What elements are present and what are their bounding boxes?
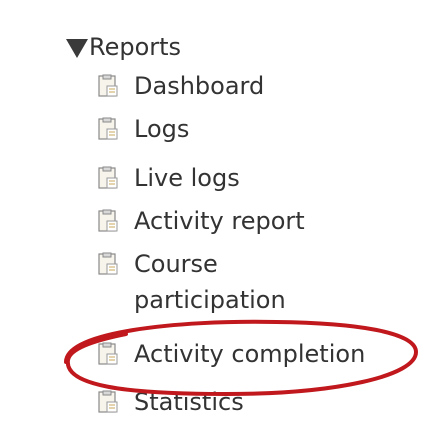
report-document-icon bbox=[98, 166, 118, 189]
report-document-icon bbox=[98, 209, 118, 232]
report-item-logs[interactable]: Logs bbox=[98, 111, 189, 147]
report-item-label-line2: participation bbox=[134, 286, 286, 314]
report-item-label: Dashboard bbox=[134, 72, 265, 100]
report-item-live-logs[interactable]: Live logs bbox=[98, 160, 240, 196]
report-item-label: Logs bbox=[134, 115, 190, 143]
report-item-course-participation[interactable]: Course participation bbox=[98, 246, 286, 318]
reports-node[interactable]: Reports bbox=[66, 28, 181, 66]
report-item-label: Statistics bbox=[134, 388, 244, 416]
report-item-label-stack: Course participation bbox=[134, 246, 286, 318]
report-item-label: Activity completion bbox=[134, 340, 366, 368]
report-item-activity-completion[interactable]: Activity completion bbox=[98, 336, 365, 372]
report-document-icon bbox=[98, 117, 118, 140]
report-item-label: Live logs bbox=[134, 164, 240, 192]
report-item-label-line1: Course bbox=[134, 250, 218, 278]
report-document-icon bbox=[98, 252, 118, 275]
reports-node-label: Reports bbox=[89, 33, 182, 61]
report-item-activity-report[interactable]: Activity report bbox=[98, 203, 305, 239]
expand-triangle-icon[interactable] bbox=[66, 38, 88, 58]
report-document-icon bbox=[98, 390, 118, 413]
reports-panel: Reports Dashboard Logs Live logs Activit… bbox=[0, 0, 435, 422]
report-document-icon bbox=[98, 74, 118, 97]
report-item-dashboard[interactable]: Dashboard bbox=[98, 68, 264, 104]
report-item-statistics[interactable]: Statistics bbox=[98, 384, 244, 420]
report-item-label: Activity report bbox=[134, 207, 305, 235]
report-document-icon bbox=[98, 342, 118, 365]
